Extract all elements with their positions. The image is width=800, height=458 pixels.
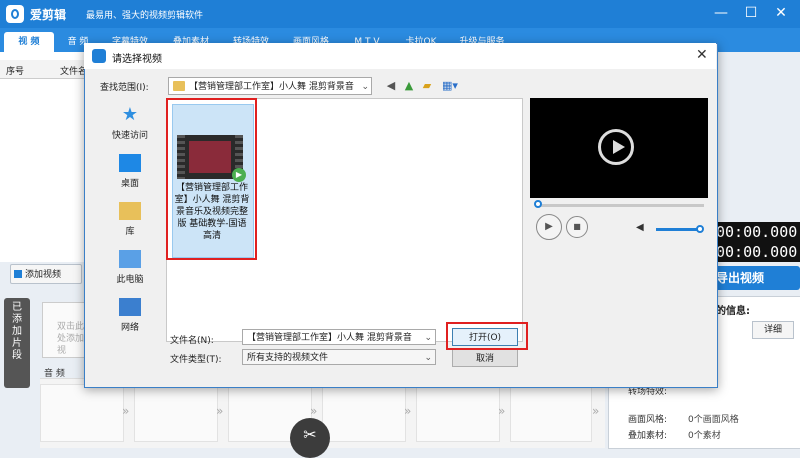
info-label-overlay: 叠加素材: xyxy=(628,431,668,441)
open-highlight-box xyxy=(446,322,528,350)
title-bar: 爱剪辑 最易用、强大的视频剪辑软件 — ☐ ✕ xyxy=(0,0,800,28)
detail-button[interactable]: 详细 xyxy=(752,321,794,339)
transition-arrow-icon: » xyxy=(404,404,412,418)
seek-bar[interactable] xyxy=(536,204,704,207)
app-name: 爱剪辑 xyxy=(30,8,67,22)
new-folder-icon[interactable]: ▰ xyxy=(420,79,434,93)
total-time-display: 00:00.000 xyxy=(716,242,800,262)
folder-icon xyxy=(173,81,185,91)
app-logo-icon xyxy=(6,5,24,23)
volume-icon: ◀ xyxy=(636,222,644,233)
cut-scissors-button[interactable]: ✂ xyxy=(290,418,330,458)
filename-input[interactable]: 【营销管理部工作室】小人舞 混剪背景音 ⌄ xyxy=(242,329,436,345)
tab-video[interactable]: 视 频 xyxy=(4,32,54,52)
library-icon xyxy=(119,202,141,220)
desktop-icon xyxy=(119,154,141,172)
volume-handle[interactable] xyxy=(696,225,704,233)
column-filename: 文件名 xyxy=(60,67,88,77)
back-icon[interactable]: ◀ xyxy=(384,79,398,93)
transition-arrow-icon: » xyxy=(216,404,224,418)
place-label: 快速访问 xyxy=(111,131,148,141)
place-desktop[interactable]: 桌面 xyxy=(100,154,160,189)
timeline-cell[interactable] xyxy=(322,384,406,442)
transition-arrow-icon: » xyxy=(498,404,506,418)
added-clips-tab[interactable]: 已添加片段 xyxy=(4,298,30,388)
place-label: 此电脑 xyxy=(116,275,144,285)
info-value-style: 0个画面风格 xyxy=(688,415,739,425)
chevron-down-icon: ⌄ xyxy=(424,353,432,363)
lookin-value: 【营销管理部工作室】小人舞 混剪背景音 xyxy=(189,82,354,92)
filetype-value: 所有支持的视频文件 xyxy=(247,353,329,363)
place-this-pc[interactable]: 此电脑 xyxy=(100,250,160,285)
filename-value: 【营销管理部工作室】小人舞 混剪背景音 xyxy=(247,333,412,343)
file-highlight-box xyxy=(166,98,257,260)
up-folder-icon[interactable]: ▲ xyxy=(402,79,416,93)
place-quick-access[interactable]: ★ 快速访问 xyxy=(100,104,160,142)
close-button[interactable]: ✕ xyxy=(770,4,792,22)
stop-button[interactable]: ■ xyxy=(566,216,588,238)
preview-play-icon[interactable] xyxy=(598,129,634,165)
video-list-panel xyxy=(0,52,91,262)
export-video-label: 导出视频 xyxy=(716,271,765,285)
add-video-button[interactable]: 添加视频 xyxy=(10,264,82,284)
add-video-label: 添加视频 xyxy=(25,270,62,280)
place-label: 网络 xyxy=(120,323,139,333)
filetype-select[interactable]: 所有支持的视频文件 ⌄ xyxy=(242,349,436,365)
lookin-dropdown[interactable]: 【营销管理部工作室】小人舞 混剪背景音 ⌄ xyxy=(168,77,372,95)
lookin-label: 查找范围(I): xyxy=(100,83,149,93)
timeline-cell[interactable] xyxy=(134,384,218,442)
app-slogan: 最易用、强大的视频剪辑软件 xyxy=(86,11,204,21)
film-icon xyxy=(14,270,22,278)
filename-label: 文件名(N): xyxy=(170,336,214,346)
star-icon: ★ xyxy=(121,104,139,125)
place-library[interactable]: 库 xyxy=(100,202,160,237)
cancel-button[interactable]: 取消 xyxy=(452,349,518,367)
filetype-label: 文件类型(T): xyxy=(170,355,222,365)
computer-icon xyxy=(119,250,141,268)
place-label: 库 xyxy=(125,227,135,237)
place-label: 桌面 xyxy=(120,179,139,189)
export-video-button[interactable]: 导出视频 xyxy=(706,266,800,290)
dialog-app-icon xyxy=(92,49,106,63)
transition-arrow-icon: » xyxy=(310,404,318,418)
view-menu-icon[interactable]: ▦▾ xyxy=(440,79,460,93)
add-clip-placeholder[interactable]: 双击此处添加视 xyxy=(42,302,90,358)
info-title: 的信息: xyxy=(716,306,750,317)
timeline-cell[interactable] xyxy=(40,384,124,442)
maximize-button[interactable]: ☐ xyxy=(740,4,762,22)
timeline-cell[interactable] xyxy=(416,384,500,442)
info-value-overlay: 0个素材 xyxy=(688,431,721,441)
chevron-down-icon: ⌄ xyxy=(361,82,369,92)
chevron-down-icon: ⌄ xyxy=(424,333,432,343)
play-button[interactable]: ▶ xyxy=(536,214,562,240)
transition-arrow-icon: » xyxy=(592,404,600,418)
dialog-close-icon[interactable]: ✕ xyxy=(696,47,708,63)
timeline-cell[interactable] xyxy=(510,384,592,442)
column-index: 序号 xyxy=(6,67,25,77)
clip-placeholder-text: 双击此处添加视 xyxy=(57,322,85,356)
dialog-title-bar xyxy=(84,43,716,69)
seek-handle[interactable] xyxy=(534,200,542,208)
video-list-header: 序号 文件名 xyxy=(0,60,90,79)
added-clips-label: 已添加片段 xyxy=(12,302,22,361)
dialog-title: 请选择视频 xyxy=(112,54,162,65)
place-network[interactable]: 网络 xyxy=(100,298,160,333)
current-time-display: 00:00.000 xyxy=(716,222,800,242)
transition-arrow-icon: » xyxy=(122,404,130,418)
network-icon xyxy=(119,298,141,316)
minimize-button[interactable]: — xyxy=(710,4,732,22)
info-label-style: 画面风格: xyxy=(628,415,668,425)
